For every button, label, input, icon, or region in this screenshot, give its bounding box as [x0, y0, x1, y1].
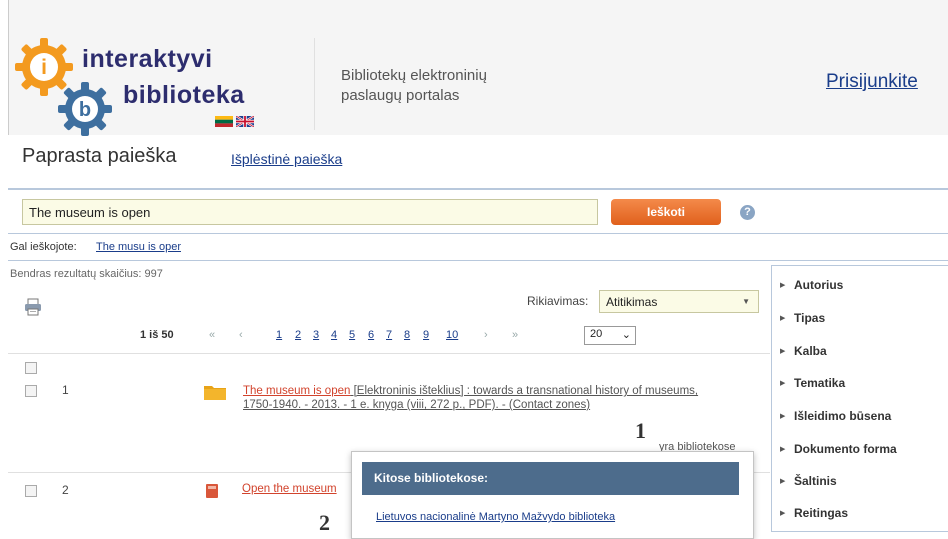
tab-advanced-search[interactable]: Išplėstinė paieška [231, 151, 342, 167]
next-page-button[interactable]: › [484, 329, 488, 341]
sort-label: Rikiavimas: [527, 294, 589, 308]
logo-text-interaktyvi: interaktyvi [82, 45, 213, 73]
page-link[interactable]: 3 [313, 329, 319, 341]
annotation-marker-2: 2 [319, 510, 330, 535]
logo-text-biblioteka: biblioteka [123, 81, 245, 109]
lithuanian-flag-icon[interactable] [215, 116, 233, 127]
chevron-down-icon: ⌄ [621, 329, 631, 341]
result-checkbox[interactable] [25, 385, 37, 397]
portal-title-line2: paslaugų portalas [341, 87, 460, 104]
result-checkbox[interactable] [25, 485, 37, 497]
header-divider [314, 38, 315, 130]
page-link[interactable]: 1 [276, 329, 282, 341]
result-item: The museum is open [Elektroninis ištekli… [243, 384, 753, 412]
triangle-right-icon: ▶ [780, 446, 786, 453]
logo-b-gear-icon: b [58, 82, 112, 136]
logo-letter-i: i [41, 56, 47, 79]
page-link[interactable]: 2 [295, 329, 301, 341]
page-link[interactable]: 4 [331, 329, 337, 341]
page-link[interactable]: 10 [446, 329, 458, 341]
search-divider [8, 233, 948, 234]
help-icon[interactable]: ? [740, 205, 755, 220]
sort-select[interactable]: Atitikimas ▼ [599, 290, 759, 313]
sort-selected-value: Atitikimas [606, 295, 658, 309]
page-link[interactable]: 9 [423, 329, 429, 341]
suggestion-label: Gal ieškojote: [10, 241, 77, 253]
tab-simple-search[interactable]: Paprasta paieška [22, 145, 177, 168]
per-page-value: 20 [590, 328, 603, 340]
search-input[interactable] [22, 199, 598, 225]
page-link[interactable]: 8 [404, 329, 410, 341]
page-link[interactable]: 7 [386, 329, 392, 341]
library-link[interactable]: Lietuvos nacionalinė Martyno Mažvydo bib… [376, 511, 615, 523]
suggestion-link[interactable]: The musu is oper [96, 241, 181, 253]
login-link[interactable]: Prisijunkite [826, 71, 918, 93]
result-title-link[interactable]: The museum is open [243, 385, 350, 397]
page-info: 1 iš 50 [140, 329, 174, 341]
triangle-right-icon: ▶ [780, 478, 786, 485]
triangle-right-icon: ▶ [780, 510, 786, 517]
prev-page-button[interactable]: ‹ [239, 329, 243, 341]
suggestion-divider [8, 260, 948, 261]
result-title-link[interactable]: Open the museum [242, 483, 337, 495]
triangle-right-icon: ▶ [780, 380, 786, 387]
dropdown-arrow-icon: ▼ [742, 297, 750, 306]
folder-icon [204, 386, 226, 400]
search-button[interactable]: Ieškoti [611, 199, 721, 225]
total-results-count: Bendras rezultatų skaičius: 997 [10, 268, 163, 280]
result-description[interactable]: [Elektroninis išteklius] : towards a tra… [350, 385, 699, 397]
page-link[interactable]: 5 [349, 329, 355, 341]
last-page-button[interactable]: » [512, 329, 518, 341]
triangle-right-icon: ▶ [780, 348, 786, 355]
logo-letter-b: b [79, 99, 91, 121]
page-link[interactable]: 6 [368, 329, 374, 341]
first-page-button[interactable]: « [209, 329, 215, 341]
list-divider [8, 353, 770, 354]
result-description-line2[interactable]: 1750-1940. - 2013. - 1 e. knyga (viii, 2… [243, 399, 590, 411]
portal-title: Bibliotekų elektroninių paslaugų portala… [341, 66, 541, 106]
english-flag-icon[interactable] [236, 116, 254, 127]
triangle-right-icon: ▶ [780, 315, 786, 322]
facets-panel: ▶ Autorius ▶ Tipas ▶ Kalba ▶ Tematika ▶ Išlei… [771, 265, 948, 532]
printer-icon[interactable] [24, 298, 42, 316]
triangle-right-icon: ▶ [780, 413, 786, 420]
popup-header: Kitose bibliotekose: [362, 462, 739, 495]
triangle-right-icon: ▶ [780, 282, 786, 289]
libraries-popup: Kitose bibliotekose: Lietuvos nacionalin… [351, 451, 754, 539]
annotation-marker-1: 1 [635, 418, 646, 443]
result-number: 2 [62, 483, 69, 497]
book-icon [206, 484, 218, 498]
per-page-select[interactable]: 20 ⌄ [584, 326, 636, 345]
select-all-checkbox[interactable] [25, 362, 37, 374]
result-number: 1 [62, 383, 69, 397]
portal-title-line1: Bibliotekų elektroninių [341, 67, 487, 84]
tabs-divider [8, 188, 948, 190]
